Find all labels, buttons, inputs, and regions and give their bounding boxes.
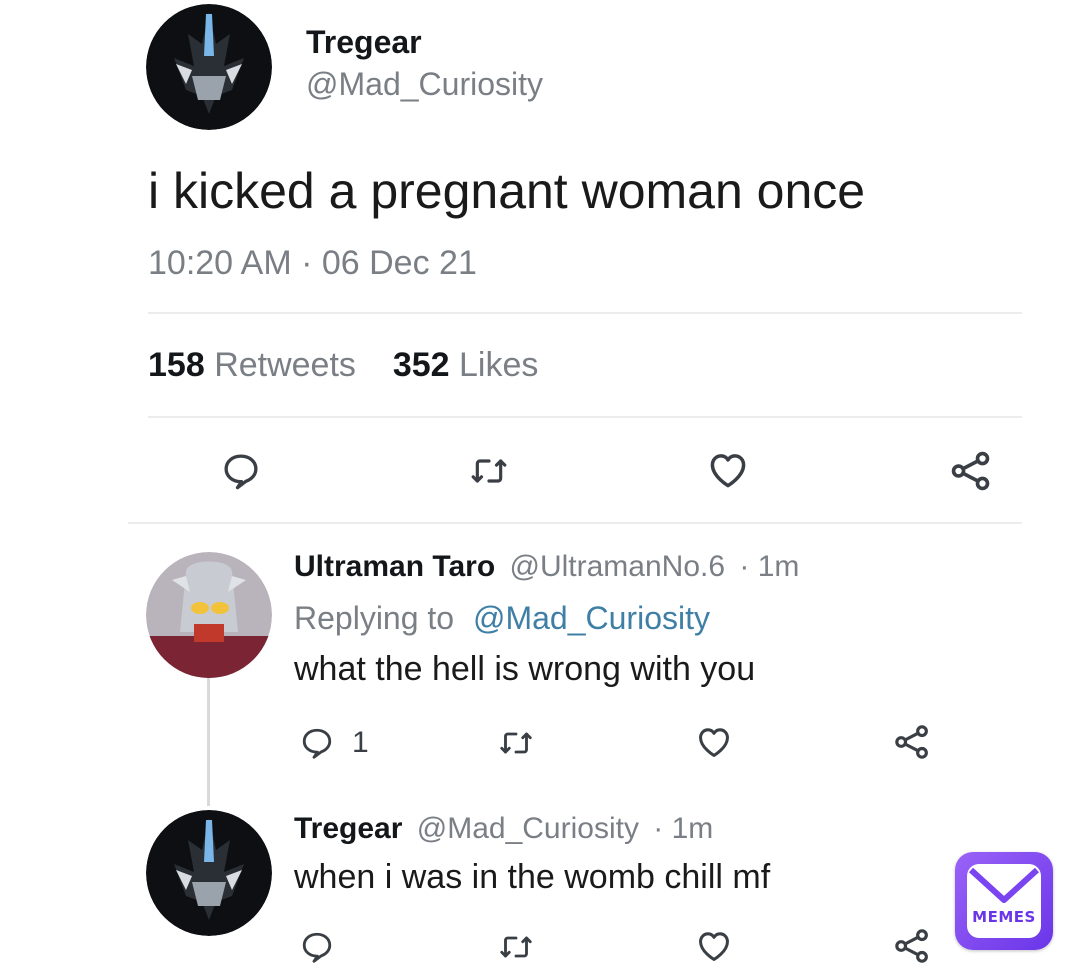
memes-watermark-text: MEMES [972,908,1036,926]
reply-display-name[interactable]: Ultraman Taro [294,550,495,583]
avatar-ultraman-taro[interactable] [146,552,272,678]
mail-icon: MEMES [967,864,1041,938]
reply-time: · 1m [653,812,714,845]
share-icon[interactable] [946,446,996,496]
divider [148,416,1022,418]
retweet-icon[interactable] [464,448,514,494]
reply-count: 1 [352,726,369,759]
reply-text: what the hell is wrong with you [294,650,756,688]
reply-time: · 1m [739,550,800,583]
likes-label[interactable]: Likes [459,346,538,384]
main-tweet-display-name[interactable]: Tregear [306,24,422,61]
main-tweet-handle[interactable]: @Mad_Curiosity [306,66,543,103]
divider [148,312,1022,314]
share-icon[interactable] [890,924,934,968]
main-tweet-timestamp: 10:20 AM · 06 Dec 21 [148,244,477,282]
reply-icon[interactable] [296,926,338,968]
like-icon[interactable] [704,446,752,494]
retweet-icon[interactable] [494,926,538,968]
reply-icon[interactable] [218,448,264,494]
avatar-tregear[interactable] [146,810,272,936]
replying-to-handle[interactable]: @Mad_Curiosity [473,600,710,636]
replying-to-label: Replying to [294,600,455,636]
reply-text: when i was in the womb chill mf [294,858,771,896]
like-icon[interactable] [692,924,736,968]
avatar-tregear[interactable] [146,4,272,130]
likes-count: 352 [392,346,450,384]
divider [128,522,1022,524]
retweets-count: 158 [148,346,205,384]
retweet-icon[interactable] [494,722,538,764]
retweets-label[interactable]: Retweets [214,346,356,384]
replying-to-line: Replying to @Mad_Curiosity [294,600,710,637]
share-icon[interactable] [890,720,934,764]
main-tweet-text: i kicked a pregnant woman once [148,163,866,219]
reply-handle[interactable]: @Mad_Curiosity [417,812,639,845]
reply-header: Tregear @Mad_Curiosity · 1m [294,812,713,846]
reply-icon[interactable] [296,722,338,764]
memes-watermark: MEMES [955,852,1053,950]
like-icon[interactable] [692,720,736,764]
main-tweet-stats: 158 Retweets 352 Likes [148,346,538,385]
reply-handle[interactable]: @UltramanNo.6 [510,550,726,583]
reply-display-name[interactable]: Tregear [294,812,402,845]
thread-line [207,676,210,806]
reply-header: Ultraman Taro @UltramanNo.6 · 1m [294,550,799,584]
